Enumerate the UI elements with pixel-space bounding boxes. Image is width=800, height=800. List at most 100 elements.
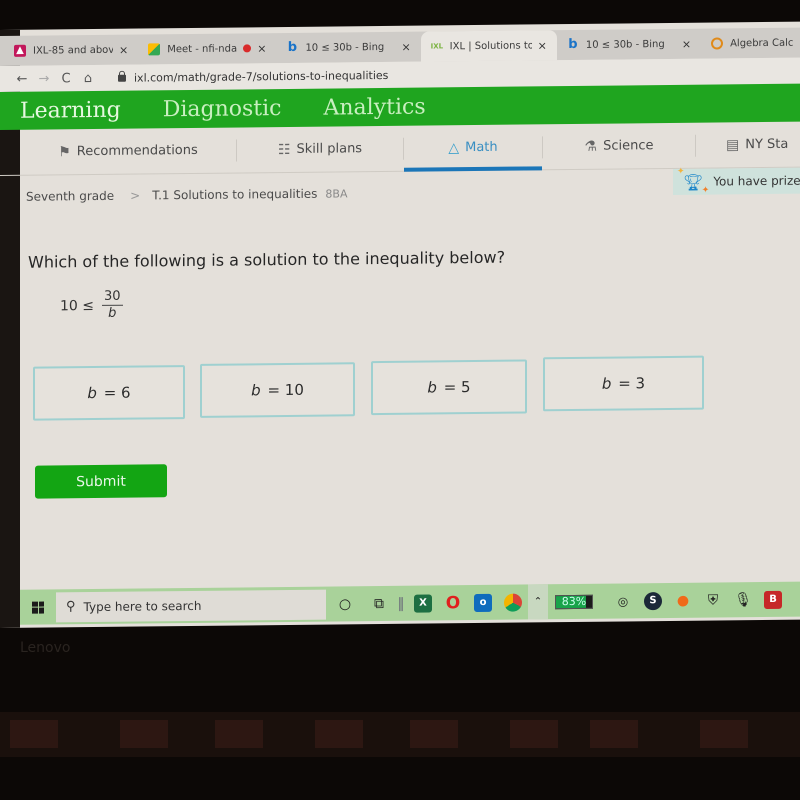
tray-chevron-icon[interactable]: ⌃ — [528, 584, 548, 620]
taskbar-search[interactable]: ⚲ Type here to search — [56, 589, 326, 622]
nav-diagnostic[interactable]: Diagnostic — [163, 96, 282, 122]
excel-icon[interactable]: X — [408, 585, 438, 620]
question-prompt: Which of the following is a solution to … — [28, 247, 506, 272]
search-icon: ⚲ — [66, 599, 76, 615]
keyboard-key — [410, 720, 458, 748]
opera-icon[interactable]: O — [438, 585, 468, 620]
browser-tab[interactable]: b 10 ≤ 30b - Bing × — [557, 29, 701, 61]
browser-tab[interactable]: b 10 ≤ 30b - Bing × — [276, 32, 420, 64]
answer-choice[interactable]: b = 6 — [33, 365, 185, 421]
tab-title: Meet - nfi-nday — [167, 43, 238, 55]
laptop-screen: ▲ IXL-85 and above t × Meet - nfi-nday ×… — [0, 21, 800, 628]
keyboard-key — [510, 720, 558, 748]
inequality-lhs: 10 ≤ — [60, 297, 94, 314]
close-icon[interactable]: × — [119, 43, 128, 56]
outlook-icon[interactable]: o — [468, 585, 498, 620]
battery-icon: 83% — [555, 594, 593, 609]
browser-tab[interactable]: Meet - nfi-nday × — [138, 33, 276, 64]
chevron-right-icon: > — [130, 188, 141, 203]
browser-tab-active[interactable]: IXL IXL | Solutions to in × — [420, 30, 557, 62]
steam-icon[interactable]: S — [638, 583, 668, 618]
close-icon[interactable]: × — [257, 42, 266, 55]
subnav-label: Recommendations — [76, 142, 198, 160]
task-view-icon[interactable]: ⧉ — [364, 586, 394, 621]
choice-value: = 6 — [103, 383, 131, 402]
forward-arrow-icon[interactable]: → — [34, 71, 54, 86]
windows-taskbar: ⚲ Type here to search ○ ⧉ ‖ X O o ⌃ 83% … — [20, 581, 800, 625]
trophy-icon: 🏆︎ ✦ ✦ — [677, 166, 710, 196]
subnav-skill-plans[interactable]: ☷ Skill plans — [237, 125, 403, 173]
recording-icon — [243, 44, 252, 53]
answer-choice[interactable]: b = 3 — [543, 355, 704, 412]
algebra-calc-icon — [711, 37, 724, 50]
close-icon[interactable]: × — [401, 40, 410, 53]
browser-tab[interactable]: ▲ IXL-85 and above t × — [0, 35, 138, 66]
keyboard-edge — [0, 712, 800, 757]
clipboard-icon: ▤ — [726, 136, 740, 153]
search-placeholder: Type here to search — [83, 598, 202, 614]
choice-variable: b — [601, 374, 612, 393]
microphone-icon[interactable]: 🎙︎ — [728, 582, 758, 617]
answer-choice[interactable]: b = 5 — [371, 359, 527, 416]
cortana-icon[interactable]: ○ — [326, 586, 364, 621]
browser-tab[interactable]: Algebra Calc — [701, 27, 800, 58]
camera-icon[interactable]: ◎ — [608, 583, 638, 618]
battery-label: 83% — [561, 594, 587, 609]
pyramid-icon: △ — [448, 139, 460, 156]
skill-code: 8BA — [325, 186, 348, 201]
security-shield-icon[interactable]: ⛨ — [698, 582, 728, 617]
subnav-label: Science — [603, 138, 654, 154]
tab-title: Algebra Calc — [730, 37, 794, 49]
url-text: ixl.com/math/grade-7/solutions-to-inequa… — [134, 68, 389, 85]
skill-plan-icon: ☷ — [277, 141, 291, 158]
keyboard-key — [700, 720, 748, 748]
meet-icon — [148, 43, 161, 56]
breadcrumb: Seventh grade > T.1 Solutions to inequal… — [26, 186, 348, 204]
bing-icon: b — [568, 36, 578, 53]
subnav-label: NY Sta — [745, 136, 789, 153]
url-field[interactable]: ixl.com/math/grade-7/solutions-to-inequa… — [118, 68, 388, 84]
subnav-recommendations[interactable]: ⚑ Recommendations — [0, 127, 236, 175]
windows-logo-icon — [32, 601, 44, 614]
origin-icon[interactable]: ● — [668, 583, 698, 618]
choice-variable: b — [251, 381, 261, 400]
answer-choice[interactable]: b = 10 — [200, 362, 355, 418]
battery-indicator[interactable]: 83% — [548, 584, 600, 620]
fraction-numerator: 30 — [102, 288, 123, 306]
inequality: 10 ≤ 30 b — [60, 288, 123, 323]
back-arrow-icon[interactable]: ← — [12, 71, 32, 86]
close-icon[interactable]: × — [682, 37, 691, 50]
tab-title: 10 ≤ 30b - Bing — [585, 38, 665, 51]
prize-banner[interactable]: 🏆︎ ✦ ✦ You have prize — [673, 166, 800, 196]
taskbar-divider: ‖ — [397, 595, 405, 612]
nav-analytics[interactable]: Analytics — [324, 94, 426, 120]
keyboard-key — [10, 720, 58, 748]
nav-learning[interactable]: Learning — [20, 97, 121, 123]
reload-icon[interactable]: C — [56, 71, 76, 86]
ixl-icon: IXL — [430, 42, 444, 51]
flask-icon: ⚗ — [584, 138, 598, 155]
close-icon[interactable]: × — [538, 39, 547, 52]
tab-title: IXL-85 and above t — [33, 44, 113, 57]
subnav-math[interactable]: △ Math — [404, 124, 542, 171]
tab-title: IXL | Solutions to in — [449, 39, 532, 52]
choice-value: = 10 — [267, 380, 304, 400]
lenovo-logo: Lenovo — [20, 640, 71, 656]
choice-value: = 3 — [618, 374, 646, 393]
breadcrumb-grade[interactable]: Seventh grade — [26, 189, 114, 204]
keyboard-key — [315, 720, 363, 748]
keyboard-key — [215, 720, 263, 748]
chrome-icon[interactable] — [498, 584, 528, 619]
home-icon[interactable]: ⌂ — [78, 70, 98, 86]
subnav-label: Math — [465, 139, 498, 156]
subnav-science[interactable]: ⚗ Science — [543, 122, 695, 170]
keyboard-key — [120, 720, 168, 748]
red-app-icon[interactable]: B — [758, 582, 788, 617]
choice-value: = 5 — [443, 378, 471, 397]
keyboard-key — [590, 720, 638, 748]
start-button[interactable] — [20, 589, 56, 624]
submit-button[interactable]: Submit — [35, 464, 167, 499]
subnav-ny-state[interactable]: ▤ NY Sta — [696, 121, 796, 168]
choice-variable: b — [87, 383, 97, 403]
bing-icon: b — [287, 39, 298, 55]
